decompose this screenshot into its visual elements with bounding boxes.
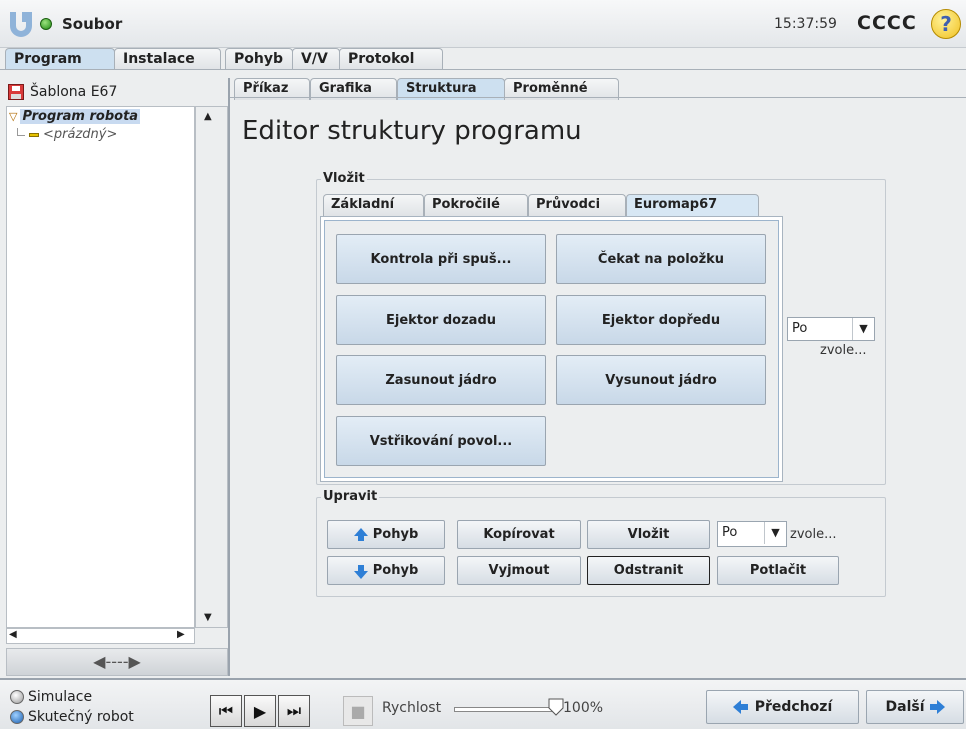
resize-arrows-icon: ◀----▶ bbox=[93, 652, 141, 671]
insert-position-value: Po bbox=[792, 321, 808, 336]
play-icon[interactable]: ▶ bbox=[244, 695, 276, 727]
retract-core-button[interactable]: Zasunout jádro bbox=[336, 355, 546, 405]
insert-position-select[interactable]: Po ▼ bbox=[787, 317, 875, 341]
previous-label: Předchozí bbox=[754, 699, 833, 715]
ejector-back-button[interactable]: Ejektor dozadu bbox=[336, 295, 546, 345]
ejector-forward-button[interactable]: Ejektor dopředu bbox=[556, 295, 766, 345]
clock: 15:37:59 bbox=[774, 16, 837, 32]
check-at-start-button[interactable]: Kontrola při spuš... bbox=[336, 234, 546, 284]
scroll-right-icon[interactable]: ▶ bbox=[177, 629, 185, 640]
tree-child-label: <prázdný> bbox=[43, 127, 118, 142]
chevron-down-icon[interactable]: ▼ bbox=[852, 318, 874, 340]
step-forward-icon[interactable]: ⏭ bbox=[278, 695, 310, 727]
tab-move[interactable]: Pohyb bbox=[225, 48, 293, 70]
tree-root-label: Program robota bbox=[20, 109, 141, 124]
scroll-up-icon[interactable]: ▲ bbox=[204, 111, 212, 122]
tab-euromap67[interactable]: Euromap67 bbox=[626, 194, 759, 216]
tab-basic[interactable]: Základní bbox=[323, 194, 424, 216]
copy-button[interactable]: Kopírovat bbox=[457, 520, 581, 549]
tree-horizontal-scrollbar[interactable]: ◀ ▶ bbox=[6, 628, 195, 644]
ur-logo-icon bbox=[10, 12, 32, 37]
stop-icon[interactable]: ■ bbox=[343, 696, 373, 726]
speed-label: Rychlost bbox=[382, 700, 442, 716]
insert-position-hint: zvole... bbox=[820, 343, 867, 358]
robot-status-icon bbox=[40, 18, 52, 30]
edit-position-hint: zvole... bbox=[790, 527, 837, 542]
scroll-left-icon[interactable]: ◀ bbox=[9, 629, 17, 640]
template-row[interactable]: Šablona E67 bbox=[8, 84, 117, 100]
move-up-button[interactable]: Pohyb bbox=[327, 520, 445, 549]
suppress-button[interactable]: Potlačit bbox=[717, 556, 839, 585]
speed-slider-handle[interactable] bbox=[548, 698, 564, 716]
tab-log[interactable]: Protokol bbox=[339, 48, 443, 70]
program-tree[interactable]: ▽ Program robota <prázdný> bbox=[6, 106, 195, 628]
delete-button[interactable]: Odstranit bbox=[587, 556, 710, 585]
speed-slider[interactable] bbox=[454, 707, 558, 712]
help-icon[interactable]: ? bbox=[931, 9, 961, 39]
next-label: Další bbox=[885, 699, 925, 715]
tree-connector bbox=[17, 127, 25, 136]
tree-item-empty[interactable]: <prázdný> bbox=[17, 127, 117, 142]
arrow-left-icon bbox=[732, 700, 748, 714]
expand-triangle-icon[interactable]: ▽ bbox=[9, 110, 17, 123]
tab-divider bbox=[0, 69, 966, 70]
arrow-up-icon bbox=[353, 527, 368, 541]
tab-wizards[interactable]: Průvodci bbox=[528, 194, 626, 216]
previous-button[interactable]: Předchozí bbox=[706, 690, 859, 724]
extend-core-button[interactable]: Vysunout jádro bbox=[556, 355, 766, 405]
file-menu[interactable]: Soubor bbox=[62, 15, 122, 33]
move-down-label: Pohyb bbox=[372, 563, 419, 578]
wait-for-item-button[interactable]: Čekat na položku bbox=[556, 234, 766, 284]
enable-injection-button[interactable]: Vstřikování povol... bbox=[336, 416, 546, 466]
paste-button[interactable]: Vložit bbox=[587, 520, 710, 549]
arrow-down-icon bbox=[353, 564, 368, 579]
edit-position-select[interactable]: Po ▼ bbox=[717, 521, 787, 547]
mode-real-label: Skutečný robot bbox=[28, 709, 134, 725]
template-label: Šablona E67 bbox=[30, 84, 118, 100]
radio-simulation-icon[interactable] bbox=[10, 690, 24, 704]
radio-real-icon[interactable] bbox=[10, 710, 24, 724]
empty-node-icon bbox=[29, 132, 39, 137]
edit-position-value: Po bbox=[722, 525, 738, 540]
scroll-down-icon[interactable]: ▼ bbox=[204, 612, 212, 623]
move-down-button[interactable]: Pohyb bbox=[327, 556, 445, 585]
skip-back-icon[interactable]: ⏮ bbox=[210, 695, 242, 727]
tab-io[interactable]: V/V bbox=[292, 48, 340, 70]
tab-installation[interactable]: Instalace bbox=[114, 48, 221, 70]
next-button[interactable]: Další bbox=[866, 690, 964, 724]
tree-item-program[interactable]: ▽ Program robota bbox=[9, 109, 141, 124]
chevron-down-icon[interactable]: ▼ bbox=[764, 522, 786, 544]
subtab-divider bbox=[230, 97, 966, 98]
save-icon bbox=[8, 84, 24, 100]
insert-legend: Vložit bbox=[321, 171, 367, 186]
page-title: Editor struktury programu bbox=[242, 116, 582, 146]
edit-legend: Upravit bbox=[321, 489, 380, 504]
move-up-label: Pohyb bbox=[372, 527, 419, 542]
tab-program[interactable]: Program bbox=[5, 48, 115, 70]
mode-real-option[interactable]: Skutečný robot bbox=[10, 709, 134, 725]
tab-advanced[interactable]: Pokročilé bbox=[424, 194, 528, 216]
panel-resize-button[interactable]: ◀----▶ bbox=[6, 648, 228, 676]
mode-simulation-option[interactable]: Simulace bbox=[10, 689, 92, 705]
arrow-right-icon bbox=[929, 700, 945, 714]
tree-vertical-scrollbar[interactable]: ▲ ▼ bbox=[195, 106, 228, 628]
cut-button[interactable]: Vyjmout bbox=[457, 556, 581, 585]
robot-name: CCCC bbox=[857, 12, 917, 34]
mode-simulation-label: Simulace bbox=[28, 689, 93, 705]
panel-divider bbox=[228, 78, 230, 676]
speed-value: 100% bbox=[563, 700, 604, 716]
